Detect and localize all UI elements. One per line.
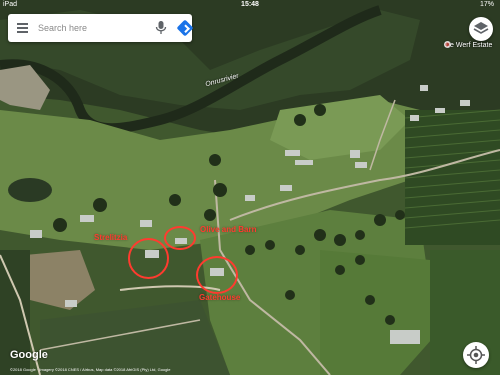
google-logo: Google [10,349,48,361]
annotation-circle-olive-and-barn [164,226,196,250]
my-location-icon [467,346,485,364]
annotation-circle-gatehouse [196,256,238,294]
annotation-label-gatehouse: Gatehouse [199,293,241,302]
directions-icon[interactable] [176,19,194,37]
satellite-map[interactable] [0,0,500,375]
microphone-icon[interactable] [155,21,167,35]
annotation-label-strelitzia: Strelitzia [94,233,128,242]
layers-button[interactable] [469,17,493,41]
poi-label[interactable]: De Werf Estate [445,42,492,49]
search-bar[interactable] [8,14,194,42]
status-bar: iPad 15:48 17% [0,0,500,10]
battery-label: 17% [479,1,494,8]
hamburger-menu-icon[interactable] [17,23,28,33]
map-attribution[interactable]: ©2018 Google · Imagery ©2018 CNES / Airb… [10,367,310,372]
layers-icon [473,22,489,34]
annotation-label-olive-and-barn: Olive and Barn [200,225,257,234]
status-time: 15:48 [241,1,259,8]
my-location-button[interactable] [463,342,489,368]
annotation-circle-strelitzia [128,238,169,279]
search-input[interactable] [38,20,148,36]
